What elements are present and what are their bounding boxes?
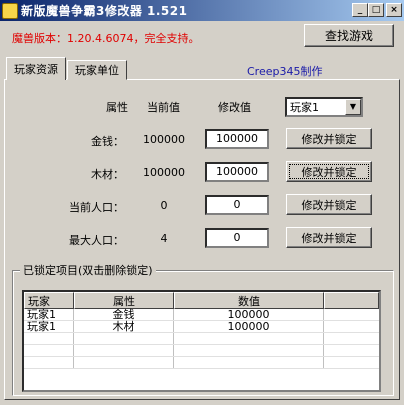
close-icon[interactable]: × [386,3,402,17]
max-pop-label: 最大人口： [69,234,124,247]
column-value[interactable]: 数值 [174,292,324,309]
gold-label: 金钱： [91,135,124,148]
tab-player-resources[interactable]: 玩家资源 [6,57,66,80]
table-row[interactable]: 玩家1 金钱 100000 [24,309,379,321]
lumber-label: 木材： [91,168,124,181]
row-attribute: 金钱 [74,309,174,321]
lumber-current: 100000 [143,166,185,179]
locked-list-header: 玩家 属性 数值 [24,292,379,309]
version-text: 魔兽版本：1.20.4.6074，完全支持。 [12,32,200,45]
gold-current: 100000 [143,133,185,146]
chevron-down-icon[interactable]: ▼ [345,99,361,115]
max-pop-input[interactable]: 0 [205,228,269,248]
current-pop-label: 当前人口： [69,201,124,214]
row-value: 100000 [174,321,324,333]
minimize-icon[interactable]: _ [352,3,368,17]
row-filler [324,309,379,320]
max-pop-current: 4 [160,232,168,245]
row-attribute: 木材 [74,321,174,333]
empty-row [24,333,379,345]
row-player: 玩家1 [24,309,74,321]
locked-group-title: 已锁定项目(双击删除锁定) [20,262,156,278]
window-title: 新版魔兽争霸3修改器 1.521 [21,4,188,18]
column-empty [324,292,379,309]
header-current: 当前值 [147,101,180,114]
row-filler [324,321,379,332]
header-modify: 修改值 [218,101,251,114]
column-player[interactable]: 玩家 [24,292,74,309]
max-pop-lock-button[interactable]: 修改并锁定 [286,227,372,248]
maximize-icon[interactable]: □ [368,3,384,17]
player-select-value: 玩家1 [290,101,319,114]
lumber-input[interactable]: 100000 [205,162,269,182]
player-select[interactable]: 玩家1 ▼ [285,97,363,117]
table-row[interactable]: 玩家1 木材 100000 [24,321,379,333]
empty-row [24,345,379,357]
row-player: 玩家1 [24,321,74,333]
current-pop-lock-button[interactable]: 修改并锁定 [286,194,372,215]
current-pop-input[interactable]: 0 [205,195,269,215]
find-game-button[interactable]: 查找游戏 [304,24,394,47]
row-value: 100000 [174,309,324,321]
gold-lock-button[interactable]: 修改并锁定 [286,128,372,149]
header-attribute: 属性 [106,101,128,114]
column-attribute[interactable]: 属性 [74,292,174,309]
lumber-lock-button[interactable]: 修改并锁定 [286,161,372,182]
title-bar: 新版魔兽争霸3修改器 1.521 _ □ × [0,0,404,21]
app-icon [2,2,18,19]
tab-player-units[interactable]: 玩家单位 [67,60,127,80]
empty-row [24,357,379,369]
credit-text: Creep345制作 [247,65,323,78]
current-pop-current: 0 [160,199,168,212]
gold-input[interactable]: 100000 [205,129,269,149]
locked-list[interactable]: 玩家 属性 数值 玩家1 金钱 100000 玩家1 木材 100000 [22,290,381,392]
